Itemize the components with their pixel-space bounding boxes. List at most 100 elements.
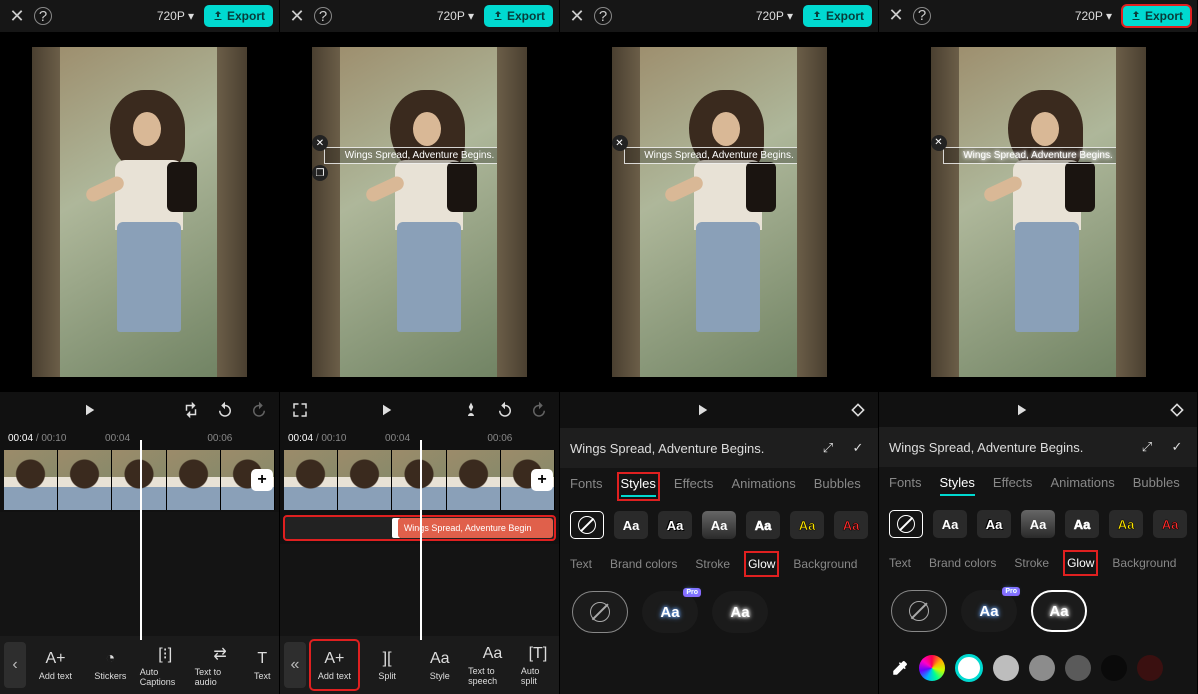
style-preset[interactable]: Aa xyxy=(977,510,1011,538)
auto-captions-button[interactable]: [⁝]Auto Captions xyxy=(140,640,191,690)
help-icon[interactable]: ? xyxy=(594,7,612,25)
style-preset[interactable]: Aa xyxy=(1109,510,1143,538)
tab-animations[interactable]: Animations xyxy=(1050,475,1114,496)
undo-icon[interactable] xyxy=(495,400,515,420)
video-preview[interactable] xyxy=(0,32,279,392)
playhead[interactable] xyxy=(420,440,422,640)
subtab-stroke[interactable]: Stroke xyxy=(1014,554,1049,572)
clip-thumb[interactable] xyxy=(58,450,112,510)
export-button[interactable]: Export xyxy=(204,5,273,27)
subtab-glow[interactable]: Glow xyxy=(1067,554,1094,572)
tab-effects[interactable]: Effects xyxy=(993,475,1033,496)
subtab-stroke[interactable]: Stroke xyxy=(695,555,730,573)
tab-animations[interactable]: Animations xyxy=(731,476,795,497)
loop-icon[interactable] xyxy=(181,400,201,420)
resolution-dropdown[interactable]: 720P ▾ xyxy=(153,7,198,25)
style-preset[interactable]: Aa xyxy=(746,511,780,539)
keyframe-icon[interactable] xyxy=(848,400,868,420)
close-icon[interactable]: ✕ xyxy=(286,5,308,27)
style-button[interactable]: AaStyle xyxy=(415,640,464,690)
resolution-dropdown[interactable]: 720P ▾ xyxy=(1071,7,1116,25)
tab-styles[interactable]: Styles xyxy=(940,475,975,496)
subtab-background[interactable]: Background xyxy=(1112,554,1176,572)
help-icon[interactable]: ? xyxy=(34,7,52,25)
add-text-button[interactable]: A+Add text xyxy=(310,640,359,690)
stickers-button[interactable]: ◔Stickers xyxy=(85,640,136,690)
subtab-brand[interactable]: Brand colors xyxy=(610,555,677,573)
color-swatch[interactable] xyxy=(1137,655,1163,681)
style-preset[interactable]: Aa xyxy=(658,511,692,539)
playhead[interactable] xyxy=(140,440,142,640)
tab-bubbles[interactable]: Bubbles xyxy=(1133,475,1180,496)
overlay-delete-icon[interactable]: ✕ xyxy=(612,135,628,151)
tab-styles[interactable]: Styles xyxy=(621,476,656,497)
tab-fonts[interactable]: Fonts xyxy=(570,476,603,497)
style-none[interactable] xyxy=(889,510,923,538)
style-preset[interactable]: Aa xyxy=(1065,510,1099,538)
style-preset[interactable]: Aa xyxy=(790,511,824,539)
play-icon[interactable] xyxy=(376,400,396,420)
video-preview[interactable]: Wings Spread, Adventure Begins. ✕ xyxy=(879,32,1197,392)
text-input[interactable]: Wings Spread, Adventure Begins. xyxy=(889,440,1127,455)
glow-option[interactable]: Aa xyxy=(712,591,768,633)
play-icon[interactable] xyxy=(692,400,712,420)
redo-icon[interactable] xyxy=(529,400,549,420)
split-button[interactable]: ][Split xyxy=(363,640,412,690)
style-preset[interactable]: Aa xyxy=(614,511,648,539)
style-preset[interactable]: Aa xyxy=(933,510,967,538)
overlay-delete-icon[interactable]: ✕ xyxy=(931,135,947,151)
color-swatch[interactable] xyxy=(1065,655,1091,681)
redo-icon[interactable] xyxy=(249,400,269,420)
style-preset[interactable]: Aa xyxy=(1021,510,1055,538)
clip-thumb[interactable] xyxy=(4,450,58,510)
video-preview[interactable]: Wings Spread, Adventure Begins. ✕ xyxy=(560,32,878,392)
text-input[interactable]: Wings Spread, Adventure Begins. xyxy=(570,441,808,456)
clip-thumb[interactable] xyxy=(167,450,221,510)
back-icon[interactable]: ‹ xyxy=(4,642,26,688)
export-button[interactable]: Export xyxy=(484,5,553,27)
text-overlay[interactable]: Wings Spread, Adventure Begins. xyxy=(324,147,515,164)
tab-bubbles[interactable]: Bubbles xyxy=(814,476,861,497)
text-button[interactable]: TText xyxy=(250,640,275,690)
auto-split-button[interactable]: [T]Auto split xyxy=(521,640,555,690)
resolution-dropdown[interactable]: 720P ▾ xyxy=(752,7,797,25)
help-icon[interactable]: ? xyxy=(314,7,332,25)
back-icon[interactable]: « xyxy=(284,642,306,688)
expand-icon[interactable]: ⤢ xyxy=(1137,437,1157,457)
color-swatch[interactable] xyxy=(993,655,1019,681)
text-to-audio-button[interactable]: ⇄Text to audio xyxy=(195,640,246,690)
undo-icon[interactable] xyxy=(215,400,235,420)
color-swatch[interactable] xyxy=(1029,655,1055,681)
close-icon[interactable]: ✕ xyxy=(6,5,28,27)
tab-fonts[interactable]: Fonts xyxy=(889,475,922,496)
color-swatch[interactable] xyxy=(1101,655,1127,681)
text-overlay[interactable]: Wings Spread, Adventure Begins. xyxy=(624,147,815,164)
subtab-text[interactable]: Text xyxy=(570,555,592,573)
style-preset[interactable]: Aa xyxy=(834,511,868,539)
add-text-button[interactable]: A+Add text xyxy=(30,640,81,690)
confirm-icon[interactable]: ✓ xyxy=(1167,437,1187,457)
glow-none[interactable] xyxy=(572,591,628,633)
subtab-glow[interactable]: Glow xyxy=(748,555,775,573)
text-to-speech-button[interactable]: AaText to speech xyxy=(468,640,517,690)
clip-thumb[interactable] xyxy=(338,450,392,510)
close-icon[interactable]: ✕ xyxy=(885,5,907,27)
tab-effects[interactable]: Effects xyxy=(674,476,714,497)
overlay-copy-icon[interactable]: ❐ xyxy=(312,165,328,181)
subtab-background[interactable]: Background xyxy=(793,555,857,573)
text-overlay[interactable]: Wings Spread, Adventure Begins. xyxy=(943,147,1134,164)
video-preview[interactable]: Wings Spread, Adventure Begins. ✕ ❐ ✎ xyxy=(280,32,559,392)
eyedropper-icon[interactable] xyxy=(891,659,909,677)
overlay-delete-icon[interactable]: ✕ xyxy=(312,135,328,151)
paint-icon[interactable] xyxy=(461,400,481,420)
expand-icon[interactable]: ⤢ xyxy=(818,438,838,458)
overlay-edit-icon[interactable]: ✎ xyxy=(511,135,527,151)
glow-option-pro[interactable]: AaPro xyxy=(642,591,698,633)
style-preset[interactable]: Aa xyxy=(702,511,736,539)
clip-thumb[interactable] xyxy=(447,450,501,510)
add-clip-button[interactable]: + xyxy=(251,469,273,491)
play-icon[interactable] xyxy=(1011,400,1031,420)
confirm-icon[interactable]: ✓ xyxy=(848,438,868,458)
fullscreen-icon[interactable] xyxy=(290,400,310,420)
clip-thumb[interactable] xyxy=(284,450,338,510)
